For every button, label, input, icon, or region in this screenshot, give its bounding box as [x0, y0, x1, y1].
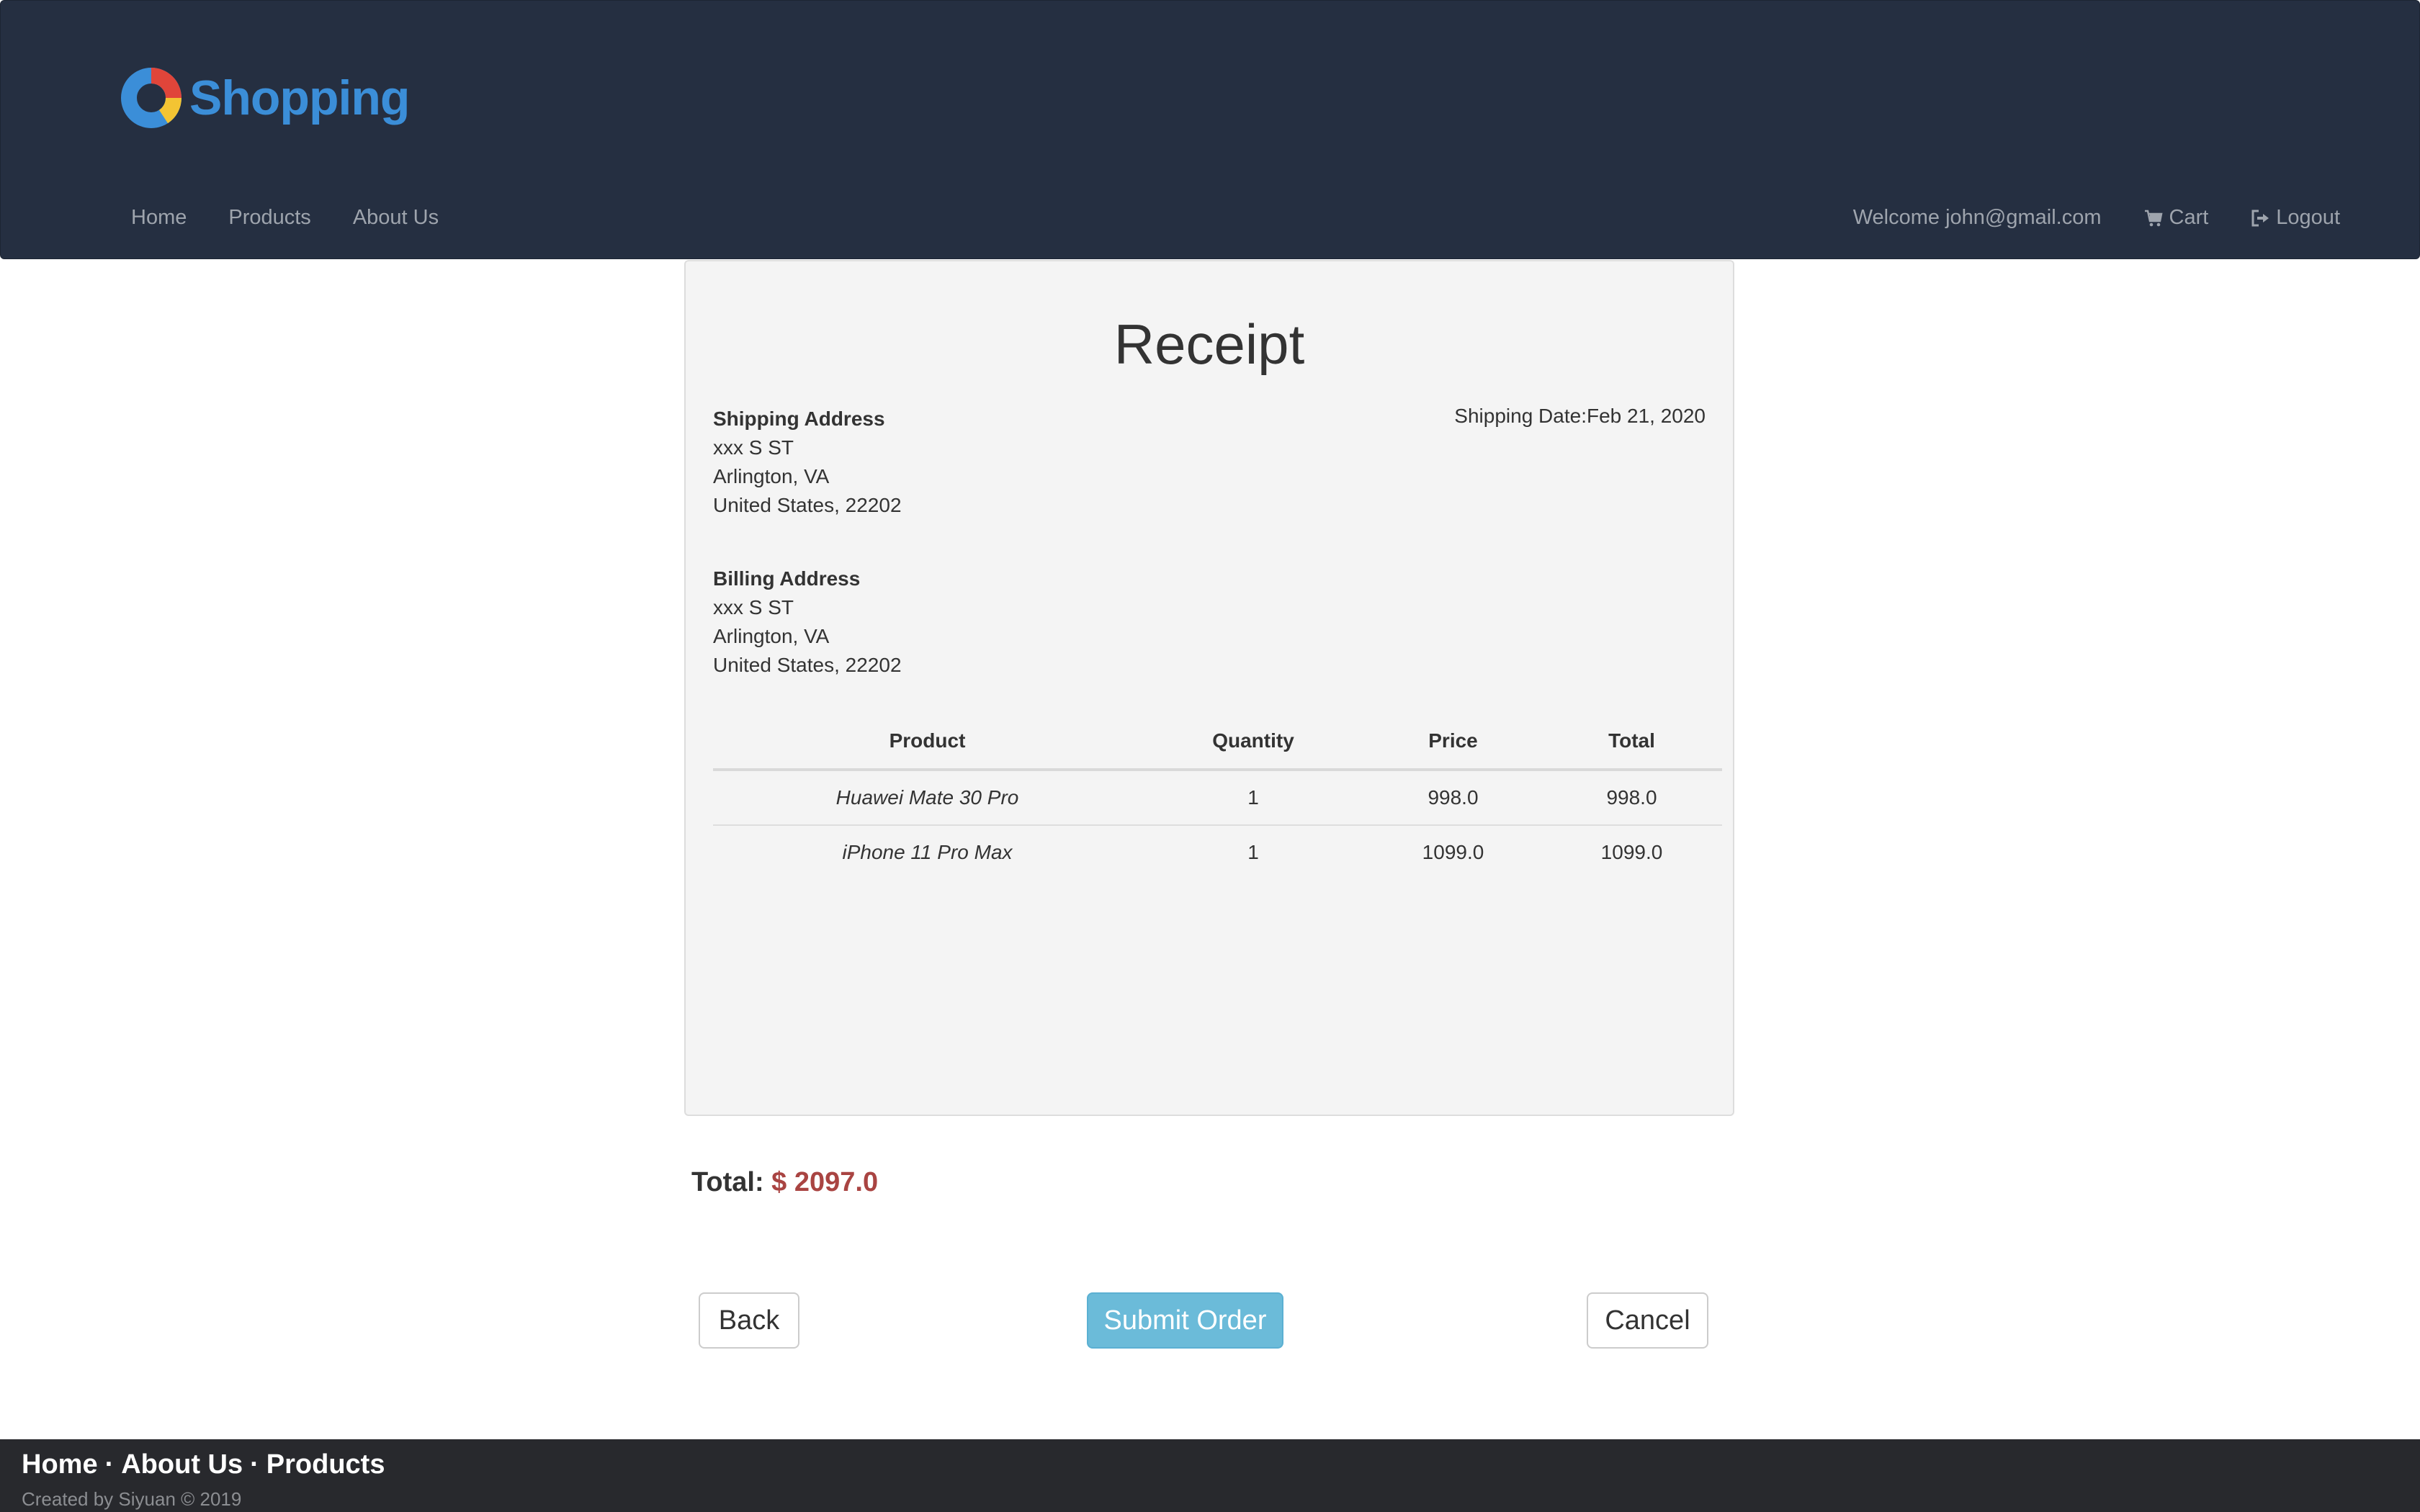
billing-address-heading: Billing Address [713, 567, 861, 590]
footer-link-about-us[interactable]: About Us [121, 1449, 243, 1480]
nav-logout[interactable]: Logout [2250, 206, 2340, 230]
nav-cart[interactable]: Cart [2143, 206, 2209, 230]
table-header-row: Product Quantity Price Total [713, 714, 1722, 771]
cell-price: 998.0 [1365, 770, 1541, 826]
shipping-address: Shipping Address xxx S ST Arlington, VA … [713, 405, 902, 520]
col-header-product: Product [713, 714, 1142, 771]
shipping-line-2: Arlington, VA [713, 465, 830, 487]
col-header-quantity: Quantity [1142, 714, 1365, 771]
receipt-panel: Receipt Shipping Address xxx S ST Arling… [684, 260, 1734, 1349]
receipt-title: Receipt [1113, 312, 1305, 376]
cancel-button[interactable]: Cancel [1587, 1292, 1708, 1349]
cell-product: iPhone 11 Pro Max [842, 841, 1013, 863]
footer-credit: Created by Siyuan © 2019 [22, 1488, 242, 1510]
cell-quantity: 1 [1142, 770, 1365, 826]
brand-logo[interactable]: Shopping [120, 67, 410, 129]
billing-line-3: United States, 22202 [713, 654, 902, 676]
billing-line-1: xxx S ST [713, 596, 794, 618]
footer-links: Home · About Us · Products [22, 1449, 385, 1480]
cell-total: 1099.0 [1600, 841, 1663, 863]
shipping-address-heading: Shipping Address [713, 408, 885, 430]
nav-about-us[interactable]: About Us [353, 206, 439, 230]
shipping-line-3: United States, 22202 [713, 494, 902, 516]
shipping-date: Shipping Date:Feb 21, 2020 [1454, 405, 1706, 427]
col-header-price: Price [1365, 714, 1541, 771]
footer-link-products[interactable]: Products [266, 1449, 385, 1480]
footer-link-home[interactable]: Home [22, 1449, 98, 1480]
order-items-table: Product Quantity Price Total Huawei Mate… [713, 714, 1722, 879]
nav-products[interactable]: Products [228, 206, 310, 230]
cell-total: 998.0 [1541, 770, 1722, 826]
brand-name: Shopping [189, 71, 410, 125]
total-amount: $ 2097.0 [771, 1167, 879, 1197]
back-button[interactable]: Back [699, 1292, 799, 1349]
top-navbar: Shopping Home Products About Us Welcome … [0, 0, 2420, 259]
main-nav: Home Products About Us [131, 206, 439, 230]
footer-separator: · [104, 1449, 115, 1480]
cell-quantity: 1 [1247, 841, 1259, 863]
cart-icon [2144, 210, 2163, 226]
submit-order-button[interactable]: Submit Order [1087, 1292, 1283, 1349]
logo-ring-icon [121, 68, 182, 128]
user-nav: Welcome john@gmail.com Cart Logout [1853, 206, 2340, 230]
page-footer: Home · About Us · Products Created by Si… [0, 1439, 2420, 1512]
logout-icon [2251, 210, 2269, 226]
cart-label: Cart [2169, 206, 2209, 229]
billing-line-2: Arlington, VA [713, 625, 830, 647]
table-row: Huawei Mate 30 Pro 1 998.0 998.0 [713, 770, 1722, 826]
welcome-user[interactable]: Welcome john@gmail.com [1853, 206, 2102, 230]
nav-home[interactable]: Home [131, 206, 187, 230]
shipping-line-1: xxx S ST [713, 436, 794, 459]
total-label: Total: [691, 1167, 764, 1197]
logout-label: Logout [2276, 206, 2340, 229]
cell-product: Huawei Mate 30 Pro [713, 770, 1142, 826]
table-row: iPhone 11 Pro Max 1 1099.0 1099.0 [713, 825, 1722, 879]
footer-separator: · [250, 1449, 259, 1480]
billing-address: Billing Address xxx S ST Arlington, VA U… [713, 564, 902, 680]
order-total: Total: $ 2097.0 [691, 1167, 878, 1198]
col-header-total: Total [1541, 714, 1722, 771]
cell-price: 1099.0 [1422, 841, 1484, 863]
